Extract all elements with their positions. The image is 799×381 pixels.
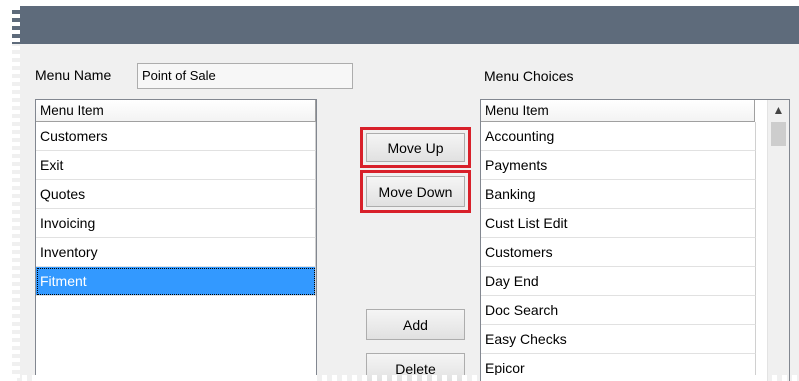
list-item[interactable]: Accounting xyxy=(481,122,756,151)
list-item[interactable]: Cust List Edit xyxy=(481,209,756,238)
list-item-selected[interactable]: Fitment xyxy=(36,267,316,296)
add-button[interactable]: Add xyxy=(366,309,465,340)
list-item[interactable]: Customers xyxy=(36,122,316,151)
column-header-menu-item[interactable]: Menu Item xyxy=(481,100,755,122)
move-down-button[interactable]: Move Down xyxy=(366,176,465,207)
list-item[interactable]: Banking xyxy=(481,180,756,209)
list-item[interactable]: Day End xyxy=(481,267,756,296)
vertical-scrollbar[interactable]: ▲ xyxy=(767,100,789,381)
move-up-button[interactable]: Move Up xyxy=(366,133,465,162)
column-header-menu-item[interactable]: Menu Item xyxy=(36,100,316,122)
torn-edge-left xyxy=(12,6,20,381)
menu-name-field[interactable]: Point of Sale xyxy=(137,63,353,89)
menu-choices-list[interactable]: Menu Item Accounting Payments Banking Cu… xyxy=(480,99,790,381)
menu-name-label: Menu Name xyxy=(35,67,112,83)
list-item[interactable]: Inventory xyxy=(36,238,316,267)
list-item[interactable]: Payments xyxy=(481,151,756,180)
list-item[interactable]: Invoicing xyxy=(36,209,316,238)
torn-edge-bottom xyxy=(12,375,799,381)
menu-items-list[interactable]: Menu Item Customers Exit Quotes Invoicin… xyxy=(35,99,317,381)
menu-editor-window: Menu Name Point of Sale Menu Choices Men… xyxy=(12,6,799,381)
chevron-up-icon[interactable]: ▲ xyxy=(768,100,789,120)
scrollbar-thumb[interactable] xyxy=(771,122,786,146)
list-item[interactable]: Doc Search xyxy=(481,296,756,325)
list-item[interactable]: Customers xyxy=(481,238,756,267)
list-item[interactable]: Quotes xyxy=(36,180,316,209)
menu-choices-label: Menu Choices xyxy=(484,68,574,84)
title-bar xyxy=(12,6,799,44)
list-item[interactable]: Exit xyxy=(36,151,316,180)
list-item[interactable]: Easy Checks xyxy=(481,325,756,354)
